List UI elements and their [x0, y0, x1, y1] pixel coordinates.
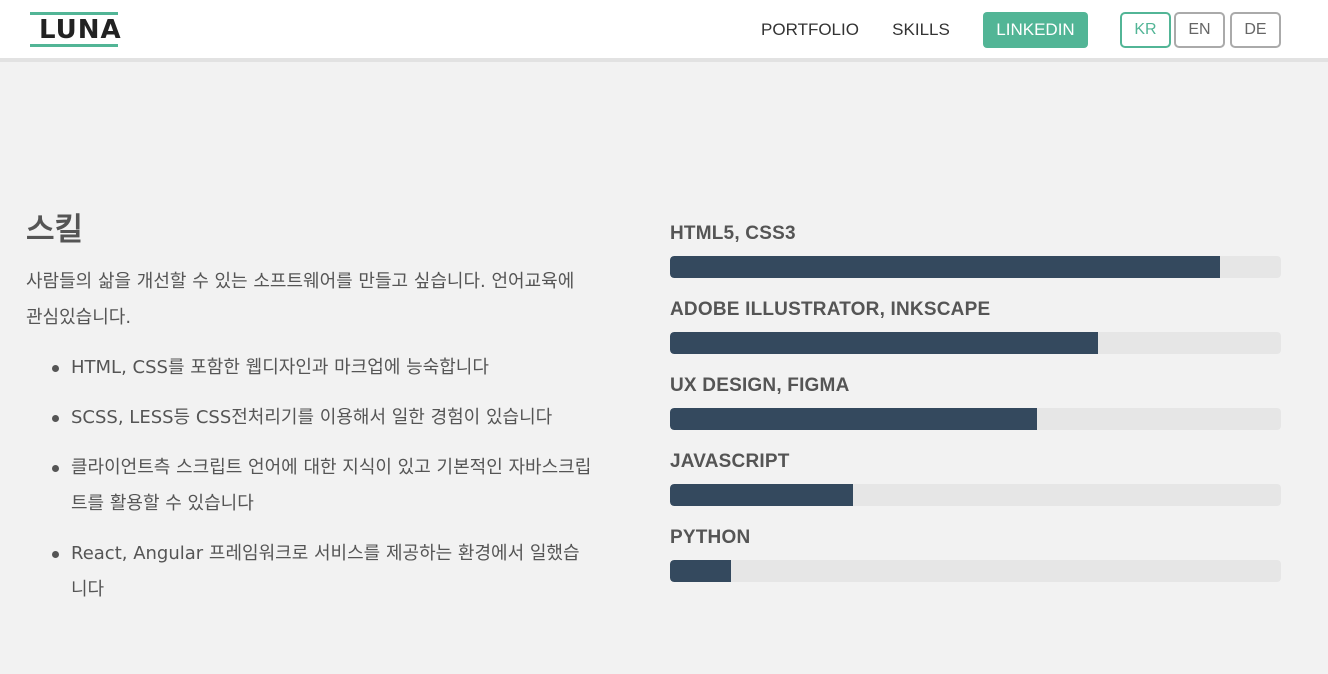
language-kr-button[interactable]: KR	[1120, 12, 1171, 48]
skills-intro-text: 사람들의 삶을 개선할 수 있는 소프트웨어를 만들고 싶습니다. 언어교육에 …	[26, 271, 575, 328]
bullet-text: HTML, CSS를 포함한 웹디자인과 마크업에 능숙합니다	[71, 357, 489, 378]
skill-progress-track	[670, 408, 1281, 430]
skill-progress-fill	[670, 560, 732, 582]
skill-progress-fill	[670, 256, 1220, 278]
skill-label: JAVASCRIPT	[670, 451, 790, 472]
bullet-item: React, Angular 프레임워크로 서비스를 제공하는 환경에서 일했습…	[26, 536, 596, 608]
luna-logo[interactable]: LUNA	[30, 12, 122, 48]
bullet-dot	[52, 551, 59, 558]
bullet-text: 클라이언트측 스크립트 언어에 대한 지식이 있고 기본적인 자바스크립트를 활…	[71, 457, 592, 514]
logo-bottom-bar	[30, 44, 118, 47]
language-en-button[interactable]: EN	[1174, 12, 1225, 48]
skill-progress-fill	[670, 484, 854, 506]
nav-skills[interactable]: SKILLS	[884, 12, 958, 48]
nav-portfolio[interactable]: PORTFOLIO	[748, 12, 872, 48]
skill-html-css: HTML5, CSS3	[670, 222, 1281, 282]
bullet-dot	[52, 465, 59, 472]
skill-progress-track	[670, 332, 1281, 354]
skill-illustrator-inkscape: ADOBE ILLUSTRATOR, INKSCAPE	[670, 298, 1281, 358]
bullet-dot	[52, 365, 59, 372]
bullet-text: React, Angular 프레임워크로 서비스를 제공하는 환경에서 일했습…	[71, 543, 580, 600]
skills-section-title: 스킬	[26, 212, 84, 248]
language-de-button[interactable]: DE	[1230, 12, 1281, 48]
skill-python: PYTHON	[670, 526, 1281, 586]
bullet-text: SCSS, LESS등 CSS전처리기를 이용해서 일한 경험이 있습니다	[71, 407, 553, 428]
skill-progress-track	[670, 560, 1281, 582]
skill-label: UX DESIGN, FIGMA	[670, 375, 850, 396]
skill-label: HTML5, CSS3	[670, 223, 796, 244]
logo-text: LUNA	[39, 15, 122, 45]
nav-linkedin-button[interactable]: LINKEDIN	[983, 12, 1088, 48]
skill-progress-track	[670, 484, 1281, 506]
skills-bullet-list: HTML, CSS를 포함한 웹디자인과 마크업에 능숙합니다 SCSS, LE…	[26, 350, 596, 622]
bullet-dot	[52, 415, 59, 422]
skill-label: ADOBE ILLUSTRATOR, INKSCAPE	[670, 299, 991, 320]
skill-ux-figma: UX DESIGN, FIGMA	[670, 374, 1281, 434]
bullet-item: 클라이언트측 스크립트 언어에 대한 지식이 있고 기본적인 자바스크립트를 활…	[26, 450, 596, 522]
skill-progress-fill	[670, 332, 1098, 354]
skill-progress-fill	[670, 408, 1037, 430]
bullet-item: SCSS, LESS등 CSS전처리기를 이용해서 일한 경험이 있습니다	[26, 400, 596, 436]
top-navbar: LUNA PORTFOLIO SKILLS LINKEDIN KR EN DE	[0, 0, 1328, 62]
skill-progress-track	[670, 256, 1281, 278]
skill-label: PYTHON	[670, 527, 751, 548]
skill-javascript: JAVASCRIPT	[670, 450, 1281, 510]
bullet-item: HTML, CSS를 포함한 웹디자인과 마크업에 능숙합니다	[26, 350, 596, 386]
